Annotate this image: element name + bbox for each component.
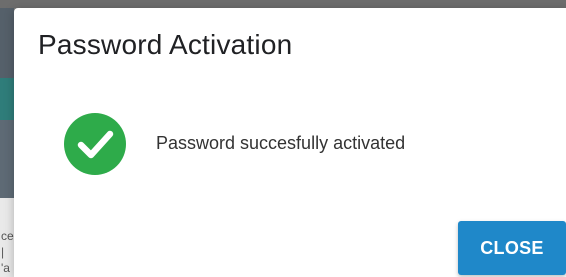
- backdrop-strip: [0, 0, 14, 78]
- success-message: Password succesfully activated: [156, 133, 406, 153]
- dialog-title: Password Activation: [38, 29, 293, 60]
- backdrop-top-edge: [0, 0, 566, 8]
- close-button[interactable]: CLOSE: [458, 221, 566, 275]
- password-activation-dialog: Password Activation Password succesfully…: [14, 8, 566, 277]
- backdrop-strip: [0, 120, 14, 198]
- backdrop-text-fragment: |: [1, 245, 5, 259]
- backdrop-strip: [0, 78, 14, 120]
- backdrop-strip: ce | 'a: [0, 198, 14, 277]
- check-circle-icon: [64, 113, 126, 175]
- backdrop-text-fragment: 'a: [1, 261, 10, 275]
- backdrop-text-fragment: ce: [1, 229, 14, 243]
